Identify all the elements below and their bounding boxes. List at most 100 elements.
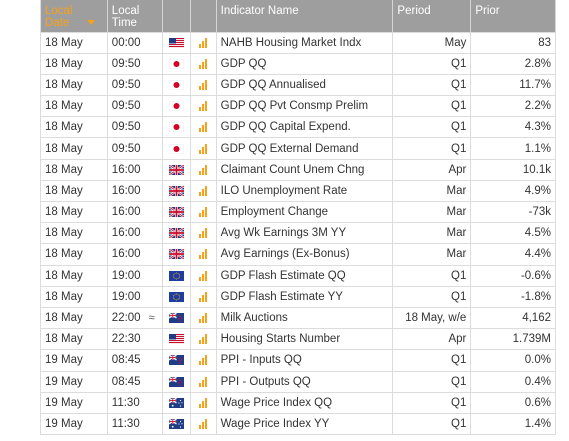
table-row[interactable]: 18 May 19:00 GDP Flash Estimate QQ Q1 -0.6% [40, 264, 556, 287]
country-cell [162, 52, 191, 75]
indicator-name-cell[interactable]: Wage Price Index YY [216, 412, 394, 436]
column-header-indicator-name[interactable]: Indicator Name [216, 0, 394, 32]
eu-flag [168, 291, 184, 302]
table-row[interactable]: 19 May 11:30 Wage Price Index YY Q1 1.4% [40, 412, 556, 436]
indicator-name-cell[interactable]: ILO Unemployment Rate [216, 179, 394, 202]
indicator-name-cell[interactable]: GDP QQ Annualised [216, 73, 394, 96]
impact-cell [190, 412, 217, 436]
date-cell: 19 May [40, 412, 108, 436]
prior-cell: -73k [470, 200, 556, 223]
country-cell [162, 116, 191, 138]
approximate-icon [141, 121, 149, 133]
country-cell [162, 222, 191, 244]
period-cell: Mar [392, 222, 472, 244]
indicator-name-cell[interactable]: Avg Earnings (Ex-Bonus) [216, 243, 394, 266]
indicator-name-cell[interactable]: Wage Price Index QQ [216, 391, 394, 414]
table-row[interactable]: 18 May 22:00 ≈ Milk Auctions 18 May, w/e 4,16… [40, 306, 556, 329]
table-row[interactable]: 18 May 09:50 GDP QQ External Demand Q1 1.1% [40, 137, 556, 160]
impact-cell [190, 370, 217, 393]
prior-cell: 4.5% [470, 222, 556, 244]
indicator-name-cell[interactable]: Claimant Count Unem Chng [216, 158, 394, 181]
period-cell: Q1 [392, 391, 472, 414]
table-row[interactable]: 18 May 09:50 GDP QQ Pvt Consmp Prelim Q1 2.2… [40, 95, 556, 117]
time-value: 11:30 [111, 417, 140, 430]
column-header-prior[interactable]: Prior [470, 0, 556, 32]
date-cell: 18 May [40, 306, 108, 329]
impact-bars-icon [199, 58, 208, 69]
column-header-country [162, 0, 191, 32]
approximate-icon [141, 206, 149, 218]
table-row[interactable]: 19 May 08:45 PPI - Outputs QQ Q1 0.4% [40, 370, 556, 393]
country-cell [162, 95, 191, 117]
table-row[interactable]: 18 May 16:00 Avg Earnings (Ex-Bonus) Mar 4.4… [40, 243, 556, 266]
time-cell: 16:00 [107, 200, 163, 223]
table-row[interactable]: 18 May 09:50 GDP QQ Capital Expend. Q1 4.3% [40, 116, 556, 138]
time-cell: 09:50 [107, 116, 163, 138]
indicator-name-cell[interactable]: Housing Starts Number [216, 328, 394, 350]
impact-bars-icon [199, 334, 208, 345]
indicator-name-cell[interactable]: PPI - Inputs QQ [216, 349, 394, 371]
indicator-name-cell[interactable]: Avg Wk Earnings 3M YY [216, 222, 394, 244]
indicator-name-cell[interactable]: Employment Change [216, 200, 394, 223]
table-row[interactable]: 18 May 22:30 Housing Starts Number Apr 1.739… [40, 328, 556, 350]
uk-flag [168, 185, 184, 196]
approximate-icon: ≈ [148, 312, 155, 325]
indicator-name-cell[interactable]: GDP QQ External Demand [216, 137, 394, 160]
approximate-icon [141, 354, 149, 366]
column-header-period[interactable]: Period [392, 0, 472, 32]
time-value: 16:00 [111, 206, 141, 219]
time-value: 09:50 [111, 142, 141, 155]
table-row[interactable]: 18 May 09:50 GDP QQ Q1 2.8% [40, 52, 556, 75]
date-cell: 18 May [40, 31, 108, 54]
table-row[interactable]: 18 May 16:00 ILO Unemployment Rate Mar 4.9% [40, 179, 556, 202]
column-header-impact [190, 0, 217, 32]
impact-cell [190, 243, 217, 266]
date-cell: 18 May [40, 264, 108, 287]
indicator-name-cell[interactable]: Milk Auctions [216, 306, 394, 329]
impact-cell [190, 73, 217, 96]
country-cell [162, 328, 191, 350]
prior-cell: 0.6% [470, 391, 556, 414]
time-value: 09:50 [111, 121, 141, 134]
jp-flag [168, 58, 184, 69]
column-header-local-date[interactable]: Local Date [40, 0, 108, 32]
table-row[interactable]: 18 May 16:00 Employment Change Mar -73k [40, 200, 556, 223]
impact-bars-icon [199, 418, 208, 429]
indicator-name-cell[interactable]: GDP QQ [216, 52, 394, 75]
indicator-name-cell[interactable]: GDP Flash Estimate QQ [216, 264, 394, 287]
indicator-name-cell[interactable]: GDP Flash Estimate YY [216, 285, 394, 308]
time-value: 08:45 [111, 354, 141, 367]
sort-descending-icon [87, 20, 95, 26]
table-row[interactable]: 19 May 08:45 PPI - Inputs QQ Q1 0.0% [40, 349, 556, 371]
impact-cell [190, 222, 217, 244]
table-row[interactable]: 18 May 00:00 NAHB Housing Market Indx May 83 [40, 31, 556, 54]
table-row[interactable]: 18 May 16:00 Avg Wk Earnings 3M YY Mar 4.5% [40, 222, 556, 244]
time-value: 08:45 [111, 375, 141, 388]
country-cell [162, 264, 191, 287]
time-cell: 16:00 [107, 158, 163, 181]
time-value: 16:00 [111, 227, 141, 240]
impact-cell [190, 158, 217, 181]
time-cell: 08:45 [107, 349, 163, 371]
eu-flag [168, 270, 184, 281]
indicator-name-cell[interactable]: PPI - Outputs QQ [216, 370, 394, 393]
prior-cell: 4.9% [470, 179, 556, 202]
impact-bars-icon [199, 164, 208, 175]
impact-bars-icon [199, 291, 208, 302]
impact-bars-icon [199, 143, 208, 154]
country-cell [162, 73, 191, 96]
time-value: 09:50 [111, 57, 141, 70]
table-row[interactable]: 19 May 11:30 Wage Price Index QQ Q1 0.6% [40, 391, 556, 414]
approximate-icon [141, 291, 149, 303]
indicator-name-cell[interactable]: NAHB Housing Market Indx [216, 31, 394, 54]
table-row[interactable]: 18 May 19:00 GDP Flash Estimate YY Q1 -1.8% [40, 285, 556, 308]
uk-flag [168, 164, 184, 175]
prior-cell: 1.4% [470, 412, 556, 436]
indicator-name-cell[interactable]: GDP QQ Pvt Consmp Prelim [216, 95, 394, 117]
table-row[interactable]: 18 May 09:50 GDP QQ Annualised Q1 11.7% [40, 73, 556, 96]
indicator-name-cell[interactable]: GDP QQ Capital Expend. [216, 116, 394, 138]
uk-flag [168, 228, 184, 239]
approximate-icon [141, 248, 149, 260]
table-row[interactable]: 18 May 16:00 Claimant Count Unem Chng Apr 10… [40, 158, 556, 181]
column-header-local-time[interactable]: Local Time [107, 0, 163, 32]
